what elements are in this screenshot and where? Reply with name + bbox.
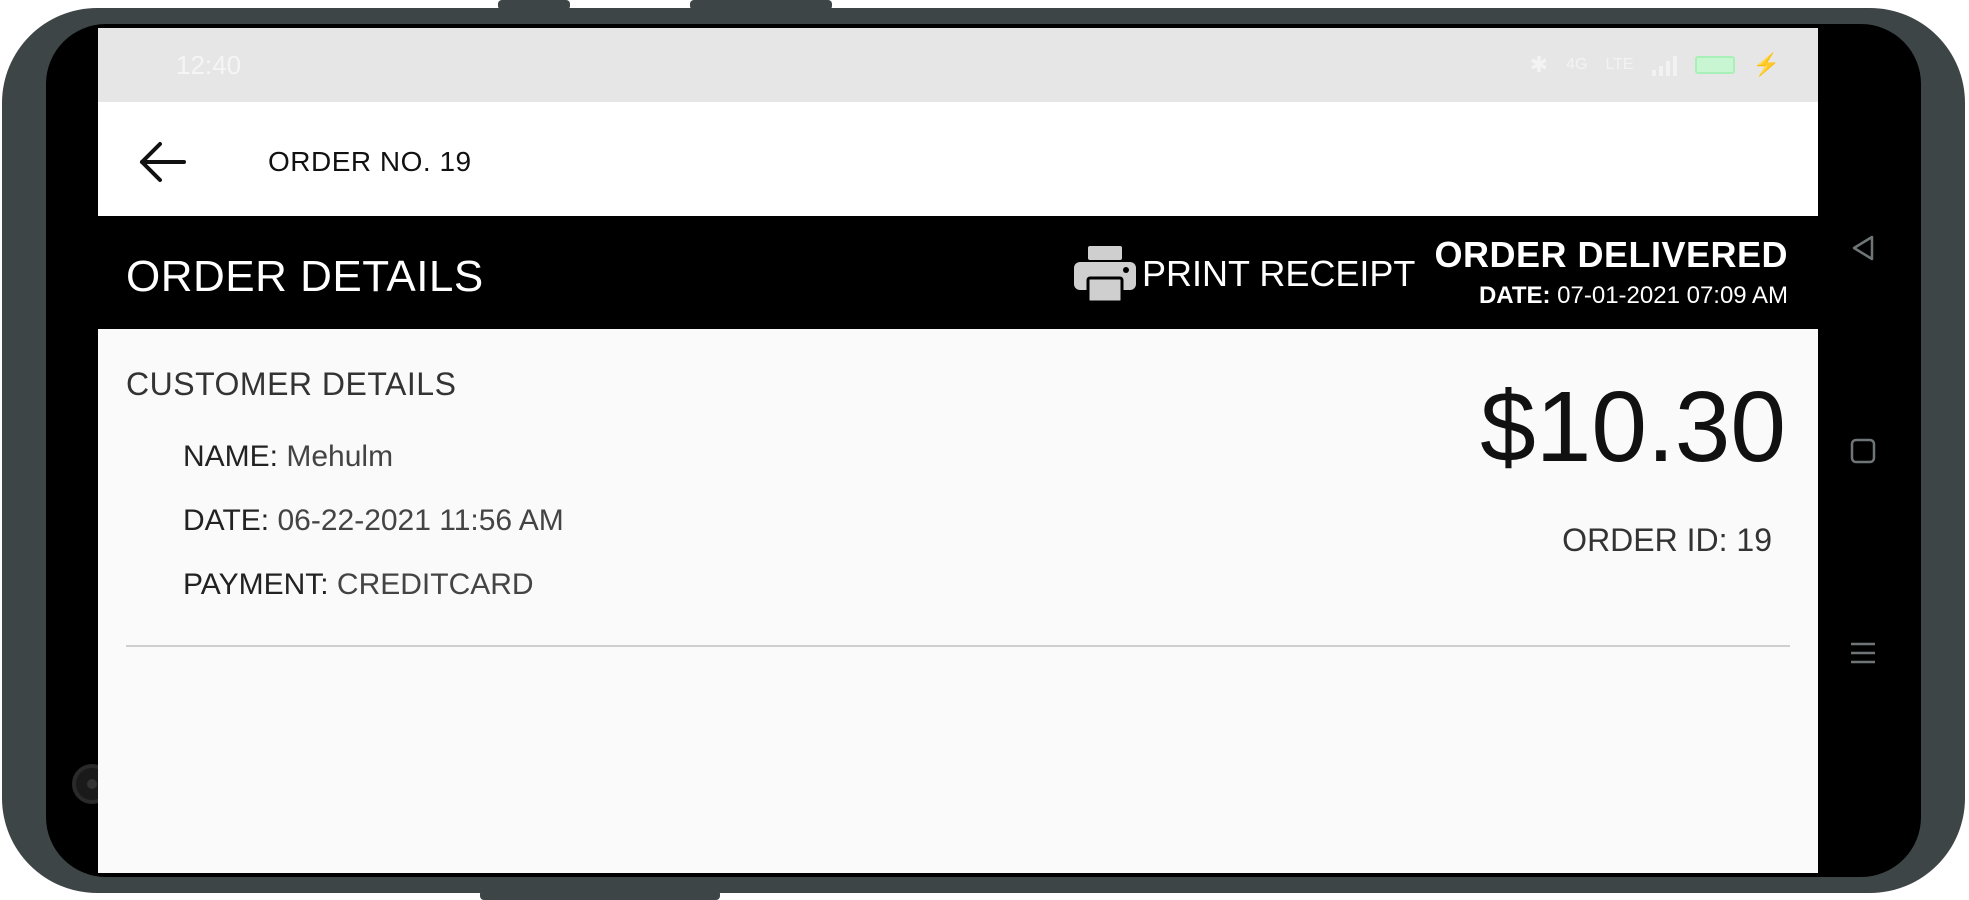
name-label: NAME: [183,440,279,473]
order-status: ORDER DELIVERED [1434,234,1788,275]
network-type-lte: LTE [1605,56,1634,73]
hardware-button [690,0,832,10]
payment-value: CREDITCARD [336,568,534,601]
customer-payment-row: PAYMENT: CREDITCARD [183,568,534,602]
status-bar: 12:40 ✱ 4G LTE ⚡ [98,28,1818,102]
hardware-button [498,0,570,10]
back-arrow-icon[interactable] [136,136,188,188]
status-date-value: 07-01-2021 07:09 AM [1557,282,1788,309]
printer-icon [1074,246,1136,304]
nav-menu-icon[interactable] [1848,638,1878,668]
app-bar: ORDER NO. 19 [98,102,1818,216]
customer-details-heading: CUSTOMER DETAILS [126,366,457,402]
status-icons: ✱ 4G LTE ⚡ [1530,52,1780,78]
customer-date-row: DATE: 06-22-2021 11:56 AM [183,504,564,538]
nav-home-icon[interactable] [1848,436,1878,466]
payment-label: PAYMENT: [183,568,329,601]
order-status-block: ORDER DELIVERED DATE: 07-01-2021 07:09 A… [1434,234,1788,310]
divider [126,645,1790,647]
order-status-date: DATE: 07-01-2021 07:09 AM [1434,282,1788,310]
app-screen: 12:40 ✱ 4G LTE ⚡ ORDER NO. 19 ORDER DETA… [98,28,1818,873]
page-title: ORDER NO. 19 [268,146,472,177]
print-receipt-button[interactable]: PRINT RECEIPT [1072,244,1415,304]
print-receipt-label: PRINT RECEIPT [1142,253,1416,294]
section-title: ORDER DETAILS [126,252,484,301]
network-type-4g: 4G [1566,56,1588,73]
hardware-button [480,890,720,900]
nav-back-icon[interactable] [1848,233,1878,263]
date-label: DATE: [183,504,270,537]
battery-icon [1694,56,1735,74]
status-time: 12:40 [176,50,242,80]
customer-name-row: NAME: Mehulm [183,440,393,474]
order-id: ORDER ID: 19 [1562,522,1772,558]
name-value: Mehulm [286,440,394,473]
signal-icon [1651,54,1677,76]
order-details-header: ORDER DETAILS PRINT RECEIPT ORDER DELIVE… [98,216,1818,329]
status-date-label: DATE: [1478,282,1551,309]
charging-icon: ⚡ [1752,52,1780,77]
order-amount: $10.30 [1480,371,1786,483]
date-value: 06-22-2021 11:56 AM [277,504,564,537]
bluetooth-icon: ✱ [1529,52,1549,77]
